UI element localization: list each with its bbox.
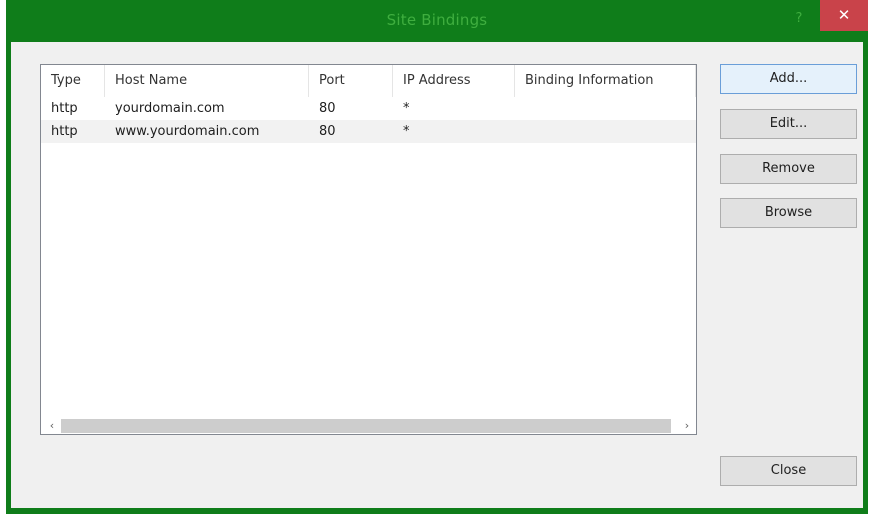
list-header: Type Host Name Port IP Address Binding I… bbox=[41, 65, 696, 97]
cell-type: http bbox=[51, 124, 78, 139]
column-header-binding-information[interactable]: Binding Information bbox=[515, 65, 696, 97]
bindings-list[interactable]: Type Host Name Port IP Address Binding I… bbox=[40, 64, 697, 435]
site-bindings-dialog: Site Bindings ? ✕ Type Host Name Port IP… bbox=[6, 0, 868, 514]
close-button[interactable]: Close bbox=[720, 456, 857, 486]
column-header-type[interactable]: Type bbox=[41, 65, 105, 97]
remove-button[interactable]: Remove bbox=[720, 154, 857, 184]
help-button[interactable]: ? bbox=[786, 8, 812, 30]
column-header-ip-address[interactable]: IP Address bbox=[393, 65, 515, 97]
close-icon: ✕ bbox=[837, 6, 851, 24]
table-row[interactable]: http www.yourdomain.com 80 * bbox=[41, 120, 696, 143]
cell-ip-address: * bbox=[403, 124, 410, 139]
cell-type: http bbox=[51, 101, 78, 116]
dialog-title: Site Bindings bbox=[386, 11, 488, 29]
cell-port: 80 bbox=[319, 101, 336, 116]
scroll-left-icon[interactable]: ‹ bbox=[43, 418, 61, 434]
title-bar[interactable]: Site Bindings ? ✕ bbox=[6, 0, 868, 42]
horizontal-scrollbar[interactable]: ‹ › bbox=[41, 418, 696, 434]
add-button[interactable]: Add... bbox=[720, 64, 857, 94]
dialog-body: Type Host Name Port IP Address Binding I… bbox=[11, 42, 863, 508]
column-header-host-name[interactable]: Host Name bbox=[105, 65, 309, 97]
cell-binding-information bbox=[515, 120, 696, 143]
column-header-port[interactable]: Port bbox=[309, 65, 393, 97]
close-window-button[interactable]: ✕ bbox=[820, 0, 868, 31]
table-row[interactable]: http yourdomain.com 80 * bbox=[41, 97, 696, 120]
browse-button[interactable]: Browse bbox=[720, 198, 857, 228]
cell-host-name: yourdomain.com bbox=[115, 101, 225, 116]
cell-port: 80 bbox=[319, 124, 336, 139]
edit-button[interactable]: Edit... bbox=[720, 109, 857, 139]
cell-binding-information bbox=[515, 97, 696, 120]
cell-host-name: www.yourdomain.com bbox=[115, 124, 260, 139]
cell-ip-address: * bbox=[403, 101, 410, 116]
scroll-thumb[interactable] bbox=[61, 419, 671, 433]
scroll-right-icon[interactable]: › bbox=[678, 418, 696, 434]
